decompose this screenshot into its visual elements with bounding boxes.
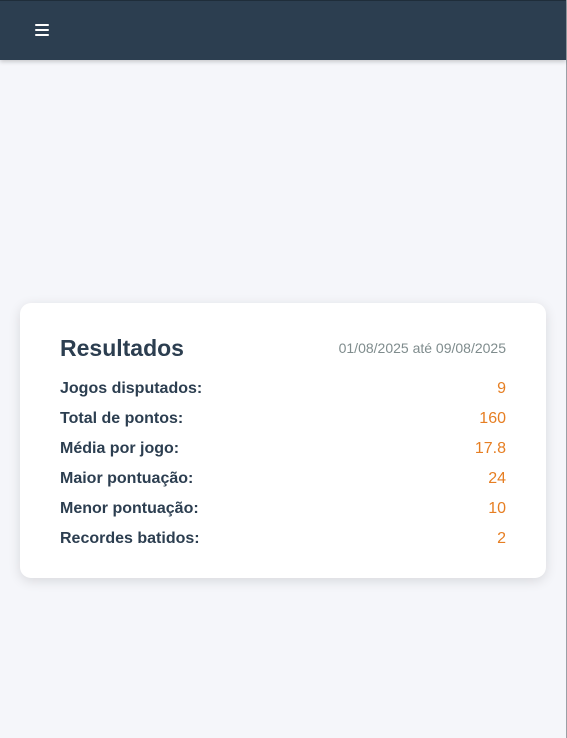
stat-label: Menor pontuação: (60, 500, 199, 517)
stat-value: 2 (497, 530, 506, 547)
stat-label: Média por jogo: (60, 440, 180, 457)
stat-label: Jogos disputados: (60, 380, 203, 397)
stat-label: Total de pontos: (60, 410, 184, 427)
date-range: 01/08/2025 até 09/08/2025 (338, 340, 506, 356)
stat-value: 24 (488, 470, 506, 487)
stat-label: Recordes batidos: (60, 530, 200, 547)
stat-row-total-points: Total de pontos: 160 (60, 404, 506, 434)
results-title: Resultados (60, 334, 184, 361)
stat-value: 9 (497, 380, 506, 397)
menu-icon-line (35, 34, 49, 36)
stat-row-records-broken: Recordes batidos: 2 (60, 524, 506, 554)
stat-value: 160 (479, 410, 506, 427)
app-window: Resultados 01/08/2025 até 09/08/2025 Jog… (0, 0, 567, 738)
stats-list: Jogos disputados: 9 Total de pontos: 160… (60, 374, 506, 554)
stat-row-games-played: Jogos disputados: 9 (60, 374, 506, 404)
stat-row-average-per-game: Média por jogo: 17.8 (60, 434, 506, 464)
menu-icon-line (35, 29, 49, 31)
results-card: Resultados 01/08/2025 até 09/08/2025 Jog… (20, 303, 546, 578)
hamburger-menu-icon[interactable] (33, 19, 53, 41)
stat-label: Maior pontuação: (60, 470, 194, 487)
stat-row-highest-score: Maior pontuação: 24 (60, 464, 506, 494)
menu-icon-line (35, 24, 49, 26)
top-navigation-bar (0, 0, 566, 60)
stat-value: 10 (488, 500, 506, 517)
stat-row-lowest-score: Menor pontuação: 10 (60, 494, 506, 524)
results-card-header: Resultados 01/08/2025 até 09/08/2025 (60, 333, 506, 363)
stat-value: 17.8 (474, 440, 506, 457)
